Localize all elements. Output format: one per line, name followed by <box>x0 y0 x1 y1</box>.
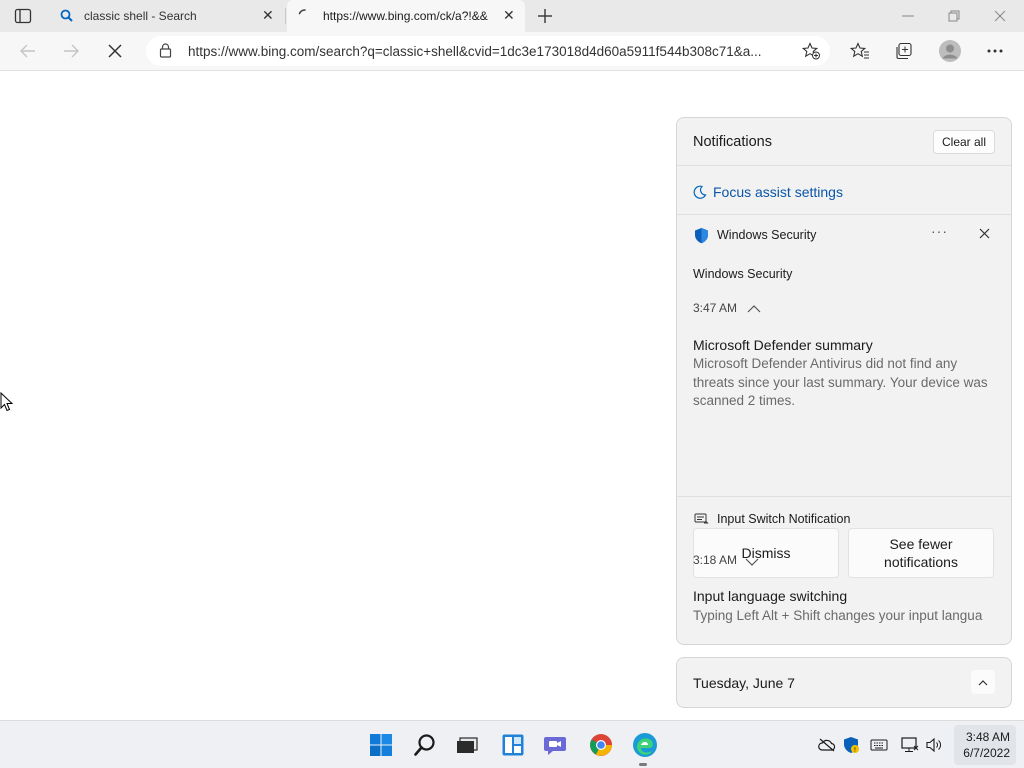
notification-app-name: Windows Security <box>717 228 817 242</box>
start-windows-icon[interactable] <box>367 731 395 759</box>
minimize-icon[interactable] <box>898 6 918 26</box>
running-indicator <box>639 763 647 766</box>
chevron-down-icon[interactable] <box>745 554 759 572</box>
close-notification-icon[interactable] <box>979 226 990 244</box>
edge-icon[interactable] <box>631 731 659 759</box>
add-favorite-icon[interactable] <box>801 42 820 65</box>
tab-strip: classic shell - Search ✕ https://www.bin… <box>0 0 1024 32</box>
close-window-icon[interactable] <box>990 6 1010 26</box>
tab-actions-icon[interactable] <box>14 8 32 24</box>
taskbar-clock[interactable]: 3:48 AM 6/7/2022 <box>963 729 1010 761</box>
more-options-icon[interactable]: ··· <box>931 223 948 239</box>
notification-body: Microsoft Defender Antivirus did not fin… <box>693 356 988 408</box>
stop-loading-icon[interactable] <box>101 37 129 65</box>
moon-icon <box>693 185 707 199</box>
bing-search-icon <box>60 9 73 25</box>
mouse-cursor-icon <box>0 391 14 417</box>
lock-icon[interactable] <box>159 43 172 63</box>
restore-icon[interactable] <box>944 6 964 26</box>
windows-security-notification[interactable]: Windows Security ··· Windows Security 3:… <box>677 215 1011 578</box>
clear-all-button[interactable]: Clear all <box>933 130 995 154</box>
chrome-icon[interactable] <box>587 731 615 759</box>
notifications-header: Notifications <box>693 134 772 150</box>
profile-avatar-icon[interactable] <box>936 37 964 65</box>
keyboard-icon[interactable] <box>870 736 888 754</box>
notification-time: 3:47 AM <box>693 301 738 315</box>
taskbar: ! 3:48 AM 6/7/2022 <box>0 720 1024 768</box>
notification-title: Input language switching <box>693 588 848 604</box>
input-switch-notification[interactable]: Input Switch Notification 3:18 AM Input … <box>677 497 1011 644</box>
task-view-icon[interactable] <box>453 731 481 759</box>
focus-assist-label: Focus assist settings <box>713 184 843 200</box>
onedrive-offline-icon[interactable] <box>818 736 836 754</box>
divider <box>677 165 1011 166</box>
favorites-icon[interactable] <box>846 37 874 65</box>
url-text[interactable]: https://www.bing.com/search?q=classic+sh… <box>188 44 788 59</box>
search-icon[interactable] <box>411 731 439 759</box>
calendar-date: Tuesday, June 7 <box>693 675 795 691</box>
back-icon[interactable] <box>14 37 42 65</box>
collections-icon[interactable] <box>890 37 918 65</box>
svg-text:!: ! <box>854 747 856 754</box>
close-tab-icon[interactable]: ✕ <box>262 7 274 24</box>
clock-time: 3:48 AM <box>965 730 1010 744</box>
network-icon[interactable] <box>901 736 919 754</box>
chevron-up-icon[interactable] <box>747 301 761 319</box>
notification-body: Typing Left Alt + Shift changes your inp… <box>693 608 983 623</box>
notification-time: 3:18 AM <box>693 553 738 567</box>
tab-title: https://www.bing.com/ck/a?!&& <box>323 9 488 23</box>
tab-divider <box>285 8 286 24</box>
keyboard-switch-icon <box>694 512 709 530</box>
chevron-up-icon <box>978 679 988 686</box>
address-bar[interactable]: https://www.bing.com/search?q=classic+sh… <box>146 36 830 66</box>
calendar-panel: Tuesday, June 7 <box>676 657 1012 708</box>
close-tab-icon[interactable]: ✕ <box>503 7 515 24</box>
tab-bing-redirect[interactable]: https://www.bing.com/ck/a?!&& ✕ <box>287 0 525 32</box>
plus-icon[interactable] <box>535 6 555 26</box>
loading-spinner-icon <box>297 8 313 27</box>
tab-classic-shell-search[interactable]: classic shell - Search ✕ <box>48 0 284 32</box>
widgets-icon[interactable] <box>499 731 527 759</box>
forward-icon[interactable] <box>57 37 85 65</box>
volume-icon[interactable] <box>926 736 944 754</box>
notification-title: Microsoft Defender summary <box>693 337 873 353</box>
browser-toolbar: https://www.bing.com/search?q=classic+sh… <box>0 32 1024 71</box>
notification-center: Notifications Clear all Focus assist set… <box>676 117 1012 645</box>
shield-icon <box>694 227 709 249</box>
windows-security-tray-icon[interactable]: ! <box>842 736 860 754</box>
clock-date: 6/7/2022 <box>963 746 1010 760</box>
notification-app-name: Input Switch Notification <box>717 512 851 526</box>
teams-chat-icon[interactable] <box>542 731 570 759</box>
notification-group-name: Windows Security <box>693 267 793 281</box>
tab-title: classic shell - Search <box>84 9 197 23</box>
focus-assist-link[interactable]: Focus assist settings <box>693 182 953 202</box>
expand-calendar-button[interactable] <box>971 670 995 694</box>
more-options-icon[interactable] <box>981 37 1009 65</box>
